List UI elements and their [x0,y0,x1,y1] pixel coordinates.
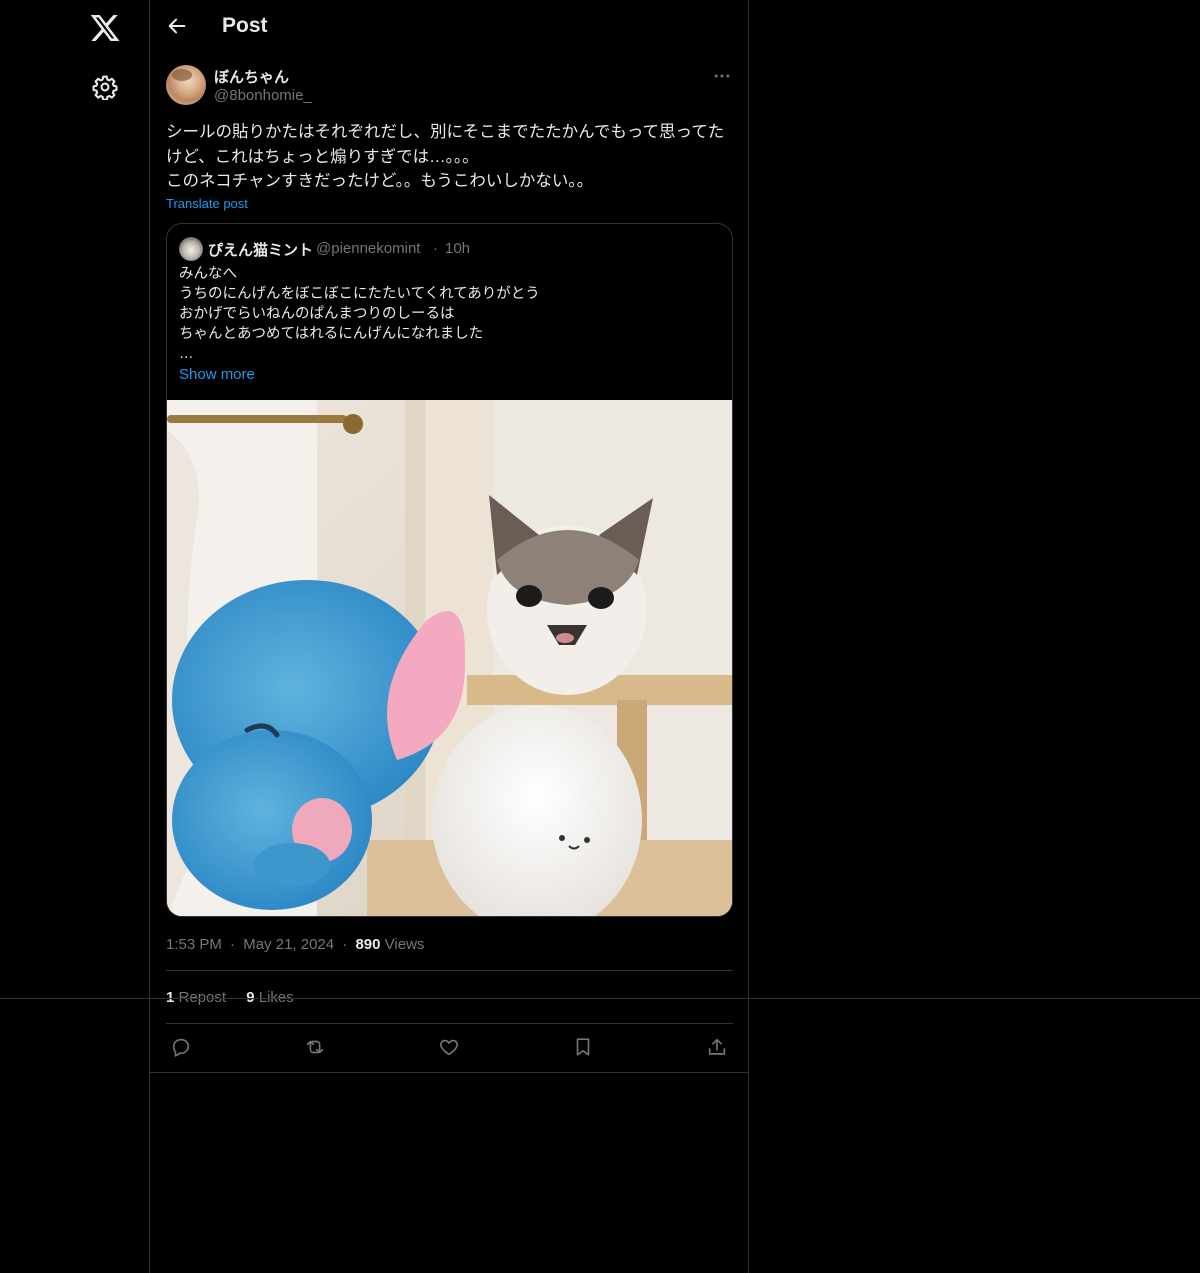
divider [166,1023,733,1024]
quote-media-image[interactable] [167,400,732,917]
show-more-link[interactable]: Show more [179,366,255,383]
like-icon[interactable] [438,1036,460,1058]
horizontal-rule [0,998,1200,999]
quoted-post[interactable]: ぴえん猫ミント @piennekomint · 10h みんなへ うちのにんげん… [166,223,733,917]
translate-link[interactable]: Translate post [166,196,248,211]
avatar[interactable] [166,65,206,105]
post-meta: 1:53 PM · May 21, 2024 · 890 Views [166,936,424,953]
reply-icon[interactable] [170,1036,192,1058]
meta-separator: · [230,936,236,953]
quote-timestamp: 10h [445,240,471,257]
header: Post [150,0,749,54]
left-nav [0,0,149,1273]
divider [150,1072,749,1073]
quote-text: みんなへ うちのにんげんをぼこぼこにたたいてくれてありがとう おかげでらいねんの… [179,266,540,362]
author-name[interactable]: ぼんちゃん [214,66,289,87]
repost-icon[interactable] [304,1036,326,1058]
bookmark-icon[interactable] [572,1036,594,1058]
action-bar [166,1036,733,1060]
main-column: Post ぼんちゃん @8bonhomie_ シールの貼りかたはそれぞれだし、別… [149,0,749,1273]
post-date[interactable]: May 21, 2024 [243,936,334,953]
quote-author-name: ぴえん猫ミント [208,242,314,259]
gear-icon[interactable] [92,74,118,100]
meta-separator: · [342,936,348,953]
divider [166,970,733,971]
share-icon[interactable] [706,1036,728,1058]
views-label: Views [384,936,425,953]
more-horizontal-icon[interactable] [712,66,732,86]
arrow-left-icon[interactable] [166,15,188,37]
page-title: Post [222,14,268,37]
quote-separator: · [433,240,438,257]
author-handle[interactable]: @8bonhomie_ [214,87,312,104]
page: Post ぼんちゃん @8bonhomie_ シールの貼りかたはそれぞれだし、別… [0,0,1200,1273]
views-count: 890 [355,936,381,953]
x-logo-icon[interactable] [89,12,121,44]
quote-avatar [179,237,203,261]
quote-author-handle: @piennekomint [316,240,421,257]
post-text: シールの貼りかたはそれぞれだし、別にそこまでたたかんでもって思ってたけど、これは… [166,123,725,190]
post-time[interactable]: 1:53 PM [166,936,222,953]
